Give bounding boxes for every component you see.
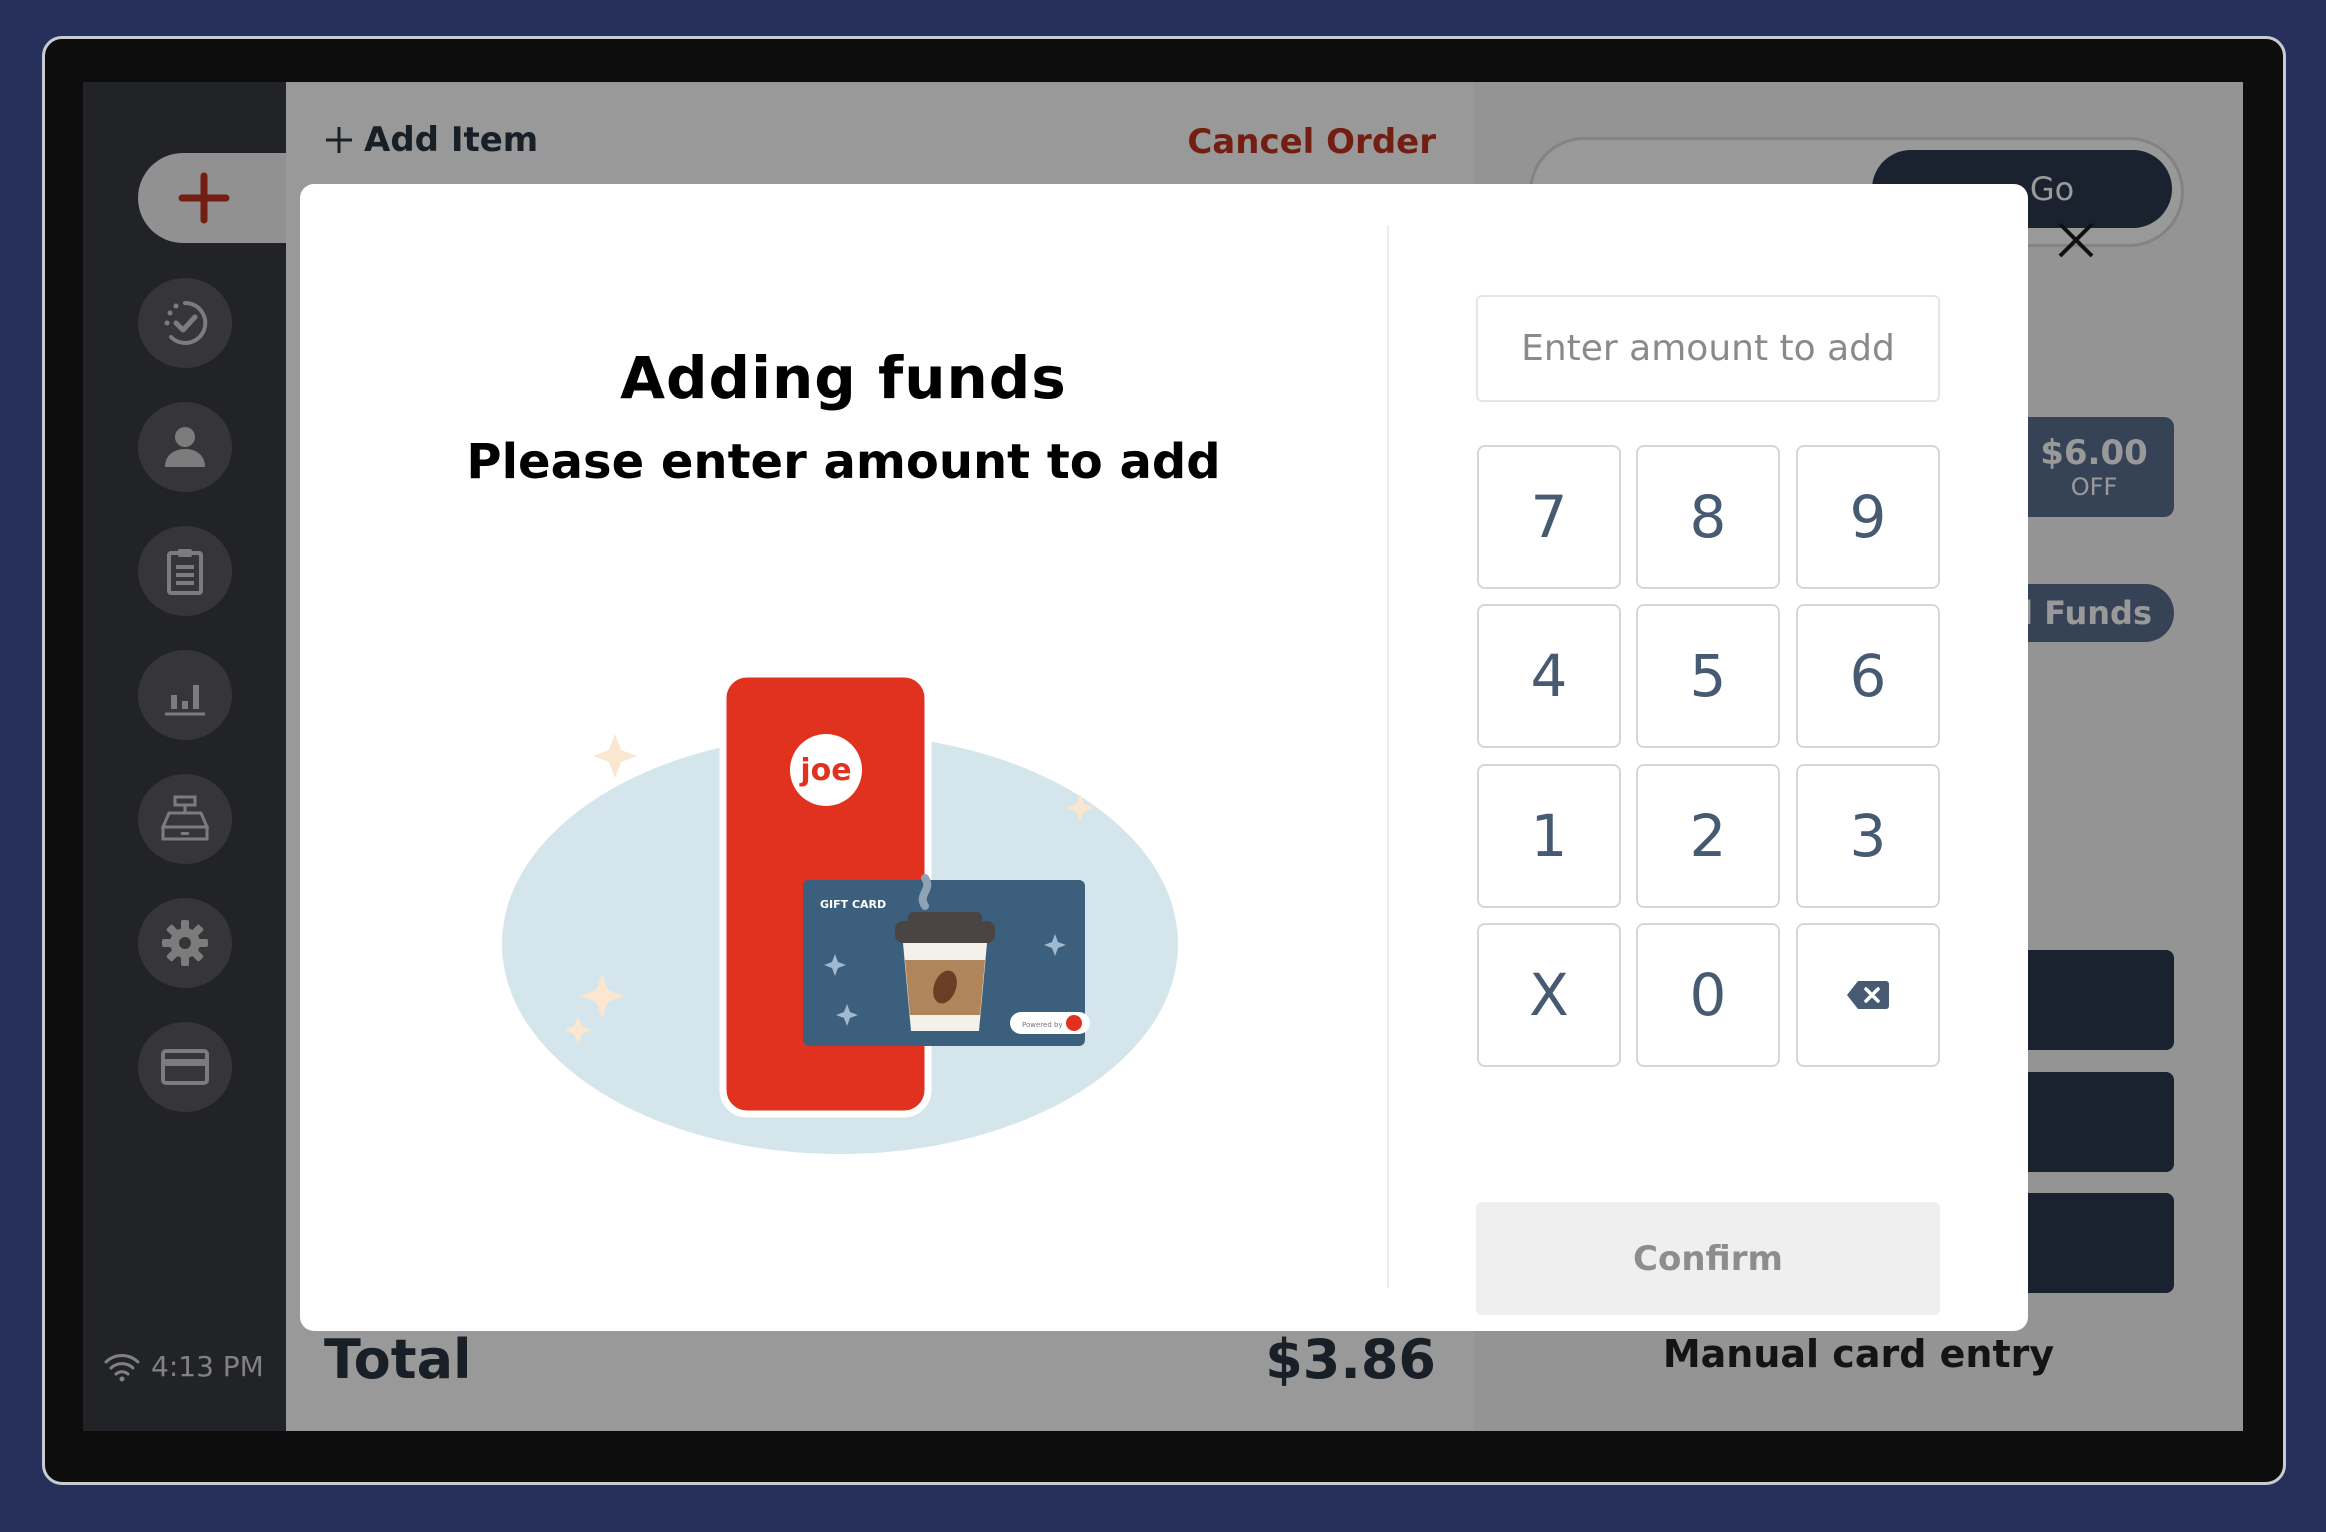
keypad-key-8[interactable]: 8	[1636, 445, 1780, 589]
keypad-key-1[interactable]: 1	[1477, 764, 1621, 908]
close-icon	[2058, 222, 2094, 258]
modal-subtitle: Please enter amount to add	[466, 434, 1221, 490]
keypad-key-3[interactable]: 3	[1796, 764, 1940, 908]
pos-screen: 4:13 PM Add Item Cancel Order Total $3.8…	[83, 82, 2243, 1431]
modal-title: Adding funds	[620, 344, 1067, 412]
keypad-key-clear[interactable]: X	[1477, 923, 1621, 1067]
keypad-key-9[interactable]: 9	[1796, 445, 1940, 589]
gift-card-illustration: joe GIFT CARD Powered by	[502, 670, 1178, 1154]
keypad-key-2[interactable]: 2	[1636, 764, 1780, 908]
amount-input[interactable]	[1476, 295, 1940, 402]
joe-logo-text: joe	[799, 753, 851, 788]
keypad-key-5[interactable]: 5	[1636, 604, 1780, 748]
keypad-key-0[interactable]: 0	[1636, 923, 1780, 1067]
modal-divider	[1387, 225, 1389, 1288]
keypad-key-backspace[interactable]	[1796, 923, 1940, 1067]
keypad-key-4[interactable]: 4	[1477, 604, 1621, 748]
confirm-button[interactable]: Confirm	[1476, 1202, 1940, 1315]
keypad-key-6[interactable]: 6	[1796, 604, 1940, 748]
add-funds-modal: Adding funds Please enter amount to add …	[300, 184, 2094, 1331]
gift-card-label: GIFT CARD	[820, 898, 886, 911]
close-button[interactable]	[2054, 218, 2098, 262]
keypad-key-7[interactable]: 7	[1477, 445, 1621, 589]
backspace-icon	[1847, 981, 1889, 1009]
powered-by-text: Powered by	[1022, 1021, 1063, 1029]
